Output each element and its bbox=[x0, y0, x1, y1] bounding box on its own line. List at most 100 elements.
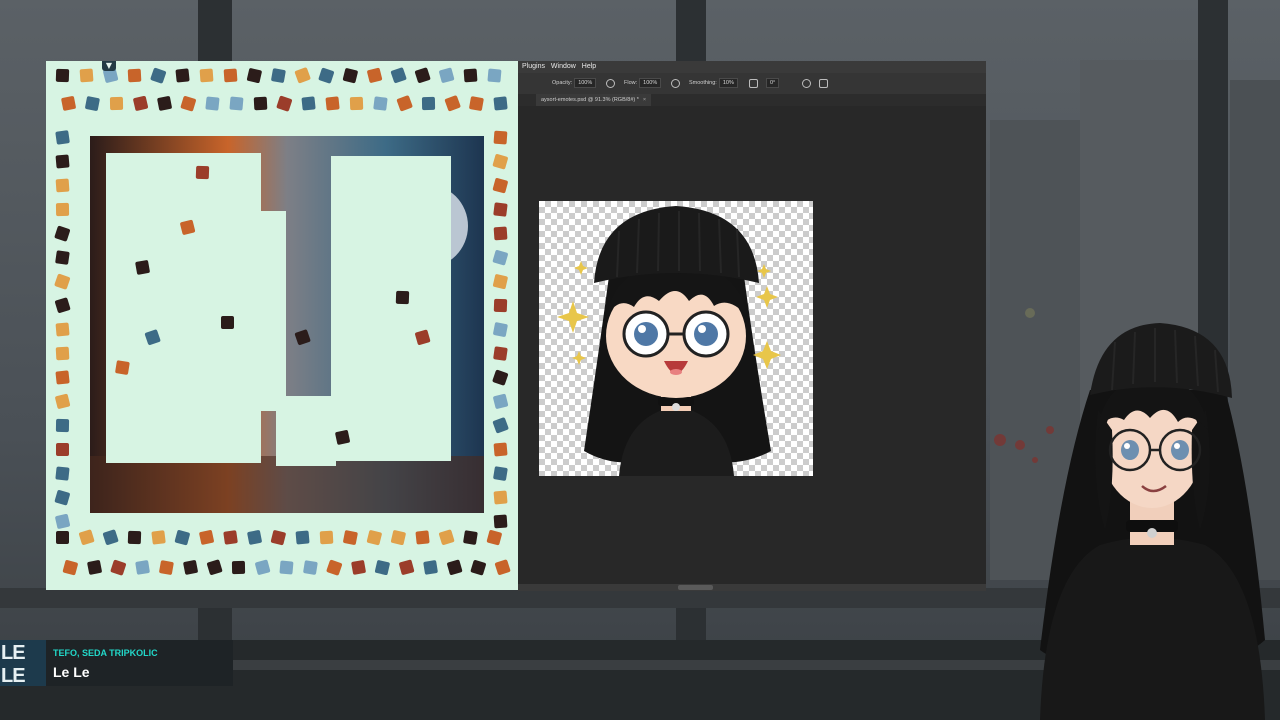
airbrush-icon[interactable] bbox=[671, 79, 680, 88]
puzzle-piece[interactable] bbox=[56, 531, 69, 544]
horizontal-scrollbar[interactable] bbox=[518, 584, 986, 591]
puzzle-piece[interactable] bbox=[276, 95, 292, 112]
puzzle-piece[interactable] bbox=[54, 273, 71, 290]
gear-icon[interactable] bbox=[749, 79, 758, 88]
puzzle-piece[interactable] bbox=[79, 68, 94, 83]
puzzle-piece[interactable] bbox=[127, 68, 142, 83]
puzzle-piece[interactable] bbox=[423, 560, 438, 575]
puzzle-piece[interactable] bbox=[207, 559, 223, 575]
puzzle-piece[interactable] bbox=[151, 530, 166, 545]
puzzle-piece[interactable] bbox=[55, 178, 70, 193]
puzzle-piece[interactable] bbox=[303, 560, 318, 575]
puzzle-piece[interactable] bbox=[199, 68, 214, 83]
puzzle-piece[interactable] bbox=[421, 96, 436, 111]
puzzle-piece[interactable] bbox=[349, 96, 364, 111]
puzzle-piece[interactable] bbox=[231, 560, 246, 575]
puzzle-piece[interactable] bbox=[221, 316, 234, 329]
puzzle-piece[interactable] bbox=[55, 466, 70, 481]
smoothing-value[interactable]: 10% bbox=[718, 78, 738, 88]
puzzle-piece[interactable] bbox=[180, 96, 196, 112]
puzzle-piece[interactable] bbox=[55, 68, 70, 83]
puzzle-piece[interactable] bbox=[247, 530, 262, 545]
puzzle-piece[interactable] bbox=[399, 559, 415, 575]
puzzle-piece[interactable] bbox=[343, 530, 358, 545]
puzzle-piece[interactable] bbox=[493, 298, 508, 313]
puzzle-piece[interactable] bbox=[246, 68, 263, 84]
puzzle-piece[interactable] bbox=[294, 67, 311, 84]
puzzle-piece[interactable] bbox=[223, 68, 238, 83]
menu-plugins[interactable]: Plugins bbox=[522, 61, 545, 73]
puzzle-piece[interactable] bbox=[493, 322, 508, 337]
puzzle-piece[interactable] bbox=[439, 529, 455, 545]
puzzle-piece[interactable] bbox=[102, 529, 119, 545]
puzzle-piece[interactable] bbox=[174, 530, 190, 546]
puzzle-piece[interactable] bbox=[85, 96, 100, 111]
puzzle-piece[interactable] bbox=[493, 490, 508, 505]
puzzle-piece[interactable] bbox=[157, 96, 172, 111]
document-tab[interactable]: aysort-emotes.psd @ 91.3% (RGB/8#) * × bbox=[536, 94, 652, 106]
puzzle-piece[interactable] bbox=[135, 560, 150, 575]
puzzle-piece[interactable] bbox=[492, 369, 509, 386]
puzzle-piece[interactable] bbox=[335, 430, 350, 445]
puzzle-piece[interactable] bbox=[374, 560, 391, 576]
puzzle-piece[interactable] bbox=[366, 530, 382, 546]
puzzle-piece[interactable] bbox=[439, 67, 455, 83]
puzzle-piece[interactable] bbox=[319, 530, 334, 545]
puzzle-piece[interactable] bbox=[493, 202, 508, 217]
puzzle-piece[interactable] bbox=[492, 178, 508, 194]
puzzle-piece[interactable] bbox=[373, 96, 388, 111]
puzzle-piece[interactable] bbox=[469, 96, 484, 111]
puzzle-piece[interactable] bbox=[255, 559, 271, 575]
puzzle-piece[interactable] bbox=[55, 322, 70, 337]
puzzle-piece[interactable] bbox=[486, 530, 502, 546]
puzzle-piece[interactable] bbox=[390, 530, 407, 546]
puzzle-piece[interactable] bbox=[463, 530, 478, 545]
puzzle-piece[interactable] bbox=[271, 68, 286, 83]
puzzle-piece[interactable] bbox=[492, 274, 509, 290]
puzzle-piece[interactable] bbox=[55, 513, 71, 530]
puzzle-piece[interactable] bbox=[253, 96, 268, 111]
smoothing-control[interactable]: Smoothing: 10% bbox=[689, 73, 738, 94]
puzzle-piece[interactable] bbox=[470, 560, 486, 576]
puzzle-piece[interactable] bbox=[55, 154, 70, 169]
puzzle-piece[interactable] bbox=[493, 514, 508, 529]
puzzle-piece[interactable] bbox=[55, 297, 71, 313]
brush-pressure-icon[interactable] bbox=[802, 79, 811, 88]
symmetry-icon[interactable] bbox=[819, 79, 828, 88]
puzzle-piece[interactable] bbox=[326, 559, 343, 576]
puzzle-piece[interactable] bbox=[492, 250, 508, 266]
puzzle-piece[interactable] bbox=[395, 290, 410, 305]
puzzle-piece[interactable] bbox=[159, 560, 174, 575]
puzzle-piece[interactable] bbox=[493, 442, 508, 457]
puzzle-board[interactable] bbox=[46, 61, 518, 590]
puzzle-piece[interactable] bbox=[55, 202, 70, 217]
puzzle-piece[interactable] bbox=[205, 96, 220, 111]
puzzle-piece[interactable] bbox=[55, 346, 70, 361]
puzzle-piece[interactable] bbox=[115, 360, 130, 375]
puzzle-piece[interactable] bbox=[493, 466, 508, 481]
angle-control[interactable]: 0° bbox=[764, 73, 780, 94]
puzzle-piece[interactable] bbox=[133, 95, 149, 112]
puzzle-piece[interactable] bbox=[56, 443, 69, 456]
puzzle-piece[interactable] bbox=[444, 95, 461, 112]
scrollbar-thumb[interactable] bbox=[678, 585, 713, 590]
puzzle-piece[interactable] bbox=[492, 154, 508, 170]
close-icon[interactable]: × bbox=[643, 97, 646, 103]
puzzle-piece[interactable] bbox=[150, 67, 167, 84]
puzzle-piece[interactable] bbox=[342, 68, 358, 84]
puzzle-piece[interactable] bbox=[351, 560, 366, 575]
puzzle-piece[interactable] bbox=[301, 96, 316, 111]
menu-help[interactable]: Help bbox=[582, 61, 596, 73]
puzzle-piece[interactable] bbox=[61, 96, 76, 111]
puzzle-piece[interactable] bbox=[199, 530, 214, 545]
puzzle-piece[interactable] bbox=[270, 530, 286, 546]
puzzle-piece[interactable] bbox=[79, 529, 95, 545]
puzzle-piece[interactable] bbox=[295, 530, 310, 545]
puzzle-piece[interactable] bbox=[183, 560, 198, 575]
puzzle-piece[interactable] bbox=[54, 225, 70, 242]
puzzle-piece[interactable] bbox=[325, 96, 340, 111]
puzzle-piece[interactable] bbox=[175, 68, 190, 83]
puzzle-piece[interactable] bbox=[396, 95, 413, 112]
puzzle-piece[interactable] bbox=[493, 130, 508, 145]
brush-pressure-icon[interactable] bbox=[606, 79, 615, 88]
